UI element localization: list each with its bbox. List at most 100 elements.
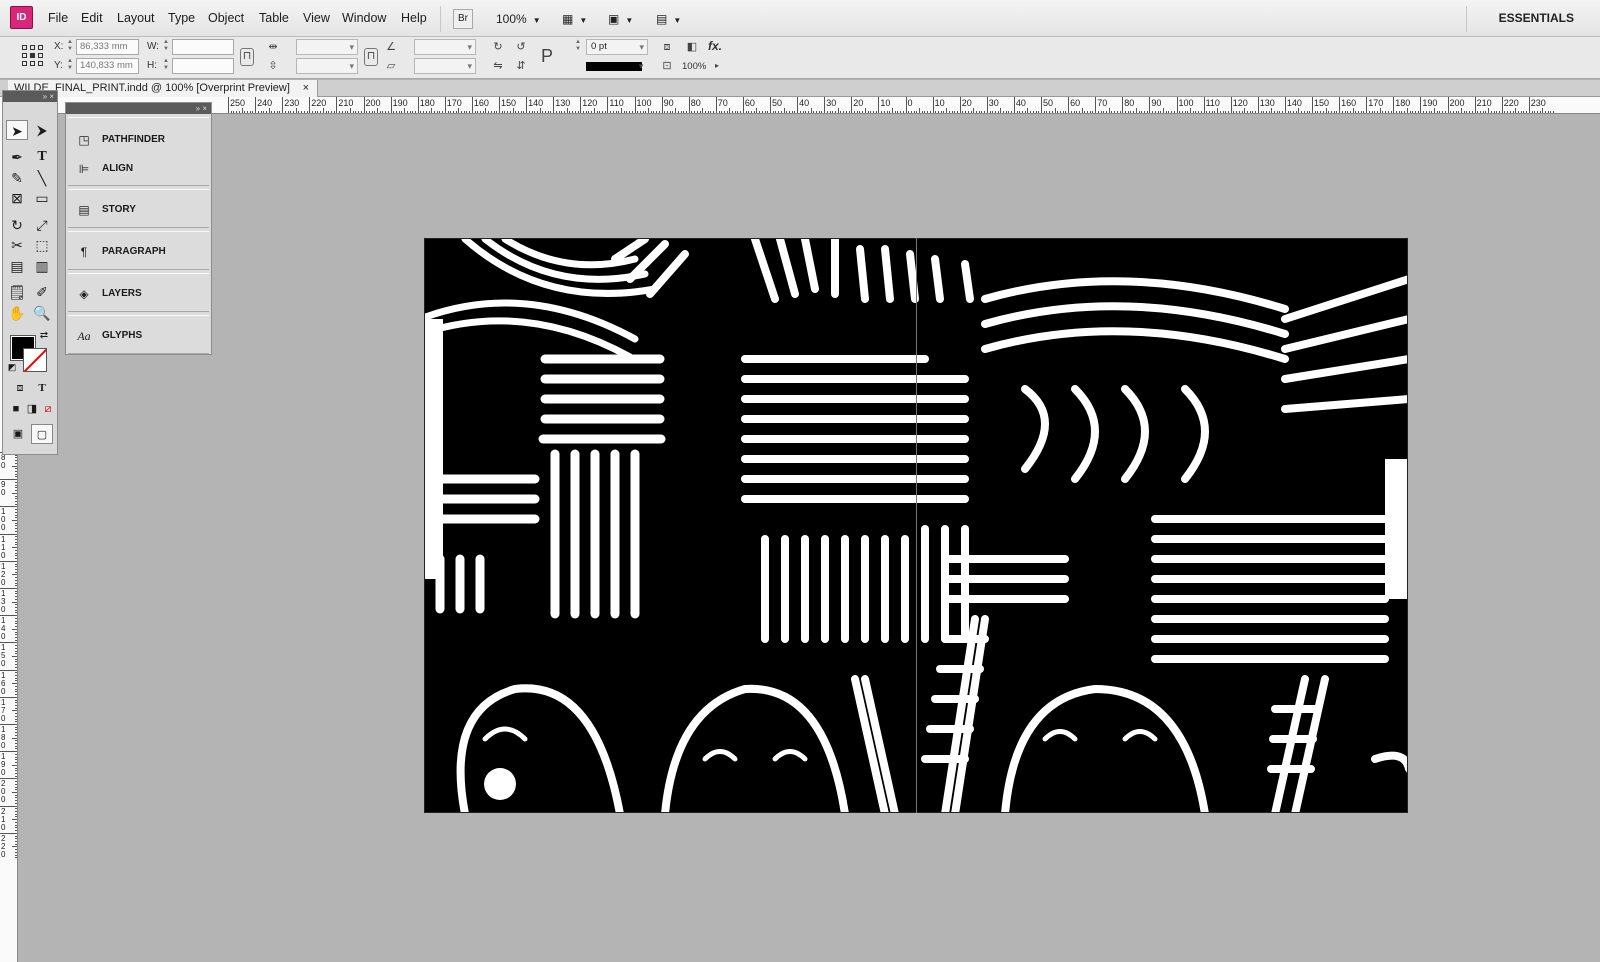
scale-y-dropdown[interactable] <box>296 58 358 74</box>
ruler-minor-tick <box>940 111 942 113</box>
preview-mode-icon[interactable]: ▢ <box>31 424 53 444</box>
drop-shadow-icon[interactable]: ◧ <box>685 40 699 54</box>
ruler-minor-tick <box>642 111 644 113</box>
note-tool-icon[interactable]: 🗒 <box>6 282 28 302</box>
zoom-tool-icon[interactable]: 🔍 <box>31 303 53 323</box>
normal-view-icon[interactable]: ▣ <box>7 424 29 444</box>
ruler-label: 120 <box>1 561 6 587</box>
collapse-icon[interactable]: » <box>43 92 47 101</box>
select-container-icon[interactable]: ⧈ <box>660 40 674 54</box>
collapse-icon[interactable]: » <box>196 104 200 113</box>
stroke-weight-stepper[interactable]: ▲ ▼ <box>574 39 582 55</box>
w-stepper[interactable]: ▲ ▼ <box>162 39 170 55</box>
y-field[interactable]: 140,833 mm <box>76 58 139 74</box>
hand-tool-icon[interactable]: ✋ <box>6 303 28 323</box>
stroke-weight-dropdown[interactable]: 0 pt <box>586 39 648 55</box>
constrain-scale-icon[interactable]: ⊓ <box>364 48 378 66</box>
formatting-container-icon[interactable]: ⧈ <box>9 378 31 398</box>
ruler-minor-tick <box>15 563 17 565</box>
close-icon[interactable]: × <box>49 92 54 101</box>
ruler-minor-tick <box>1352 108 1354 113</box>
h-stepper[interactable]: ▲ ▼ <box>162 58 170 74</box>
x-field[interactable]: 86,333 mm <box>76 39 139 55</box>
default-fill-stroke-icon[interactable]: ◩ <box>6 361 18 373</box>
gradient-swatch-tool-icon[interactable]: ▤ <box>6 256 28 276</box>
ruler-minor-tick <box>382 111 384 113</box>
w-field[interactable] <box>172 39 234 55</box>
scale-tool-icon[interactable]: ⤢ <box>31 215 53 235</box>
menu-type[interactable]: Type <box>168 11 195 25</box>
flip-vertical-icon[interactable]: ⇵ <box>514 59 528 73</box>
scissors-tool-icon[interactable]: ✂ <box>6 235 28 255</box>
panels-header[interactable]: » × <box>66 103 211 114</box>
ruler-minor-tick <box>1320 111 1322 113</box>
formatting-text-icon[interactable]: T <box>31 378 53 398</box>
reference-point-icon[interactable] <box>22 45 44 67</box>
y-stepper[interactable]: ▲ ▼ <box>66 58 74 74</box>
arrange-documents-dropdown[interactable]: ▤ ▼ <box>656 12 681 26</box>
constrain-proportions-icon[interactable]: ⊓ <box>240 48 254 66</box>
line-tool-icon[interactable]: ╲ <box>31 168 53 188</box>
rotate-cw-icon[interactable]: ↻ <box>491 40 505 54</box>
workspace-switcher[interactable]: ESSENTIALS <box>1499 11 1574 25</box>
pen-tool-icon[interactable]: ✒ <box>6 147 28 167</box>
flip-horizontal-icon[interactable]: ⇋ <box>491 59 505 73</box>
ruler-minor-tick <box>244 111 246 113</box>
close-icon[interactable]: × <box>303 80 309 97</box>
ruler-minor-tick <box>15 577 17 579</box>
rectangle-frame-tool-icon[interactable]: ⊠ <box>6 188 28 208</box>
tools-panel-header[interactable]: » × <box>3 91 57 102</box>
selection-tool-icon[interactable]: ➤ <box>6 120 28 140</box>
effects-fx-icon[interactable]: fx. <box>708 39 722 53</box>
select-content-icon[interactable]: ⊡ <box>660 59 674 73</box>
menu-object[interactable]: Object <box>208 11 244 25</box>
ruler-minor-tick <box>1482 111 1484 113</box>
gradient-feather-tool-icon[interactable]: ▥ <box>31 256 53 276</box>
direct-selection-tool-icon[interactable]: ⮞ <box>31 120 53 140</box>
menu-edit[interactable]: Edit <box>81 11 103 25</box>
opacity-value[interactable]: 100% <box>682 61 706 72</box>
apply-none-icon[interactable]: ⧄ <box>37 399 59 419</box>
type-tool-icon[interactable]: T <box>31 147 53 167</box>
rotation-dropdown[interactable] <box>414 39 476 55</box>
swap-fill-stroke-icon[interactable]: ⇄ <box>37 329 51 343</box>
menu-layout[interactable]: Layout <box>117 11 155 25</box>
free-transform-tool-icon[interactable]: ⬚ <box>31 235 53 255</box>
rotate-tool-icon[interactable]: ↻ <box>6 215 28 235</box>
ruler-minor-tick <box>805 111 807 113</box>
horizontal-ruler[interactable]: 250 240 230 220 210 200 190 180 170 160 150 140 130 1… <box>18 97 1600 114</box>
stroke-swatch[interactable] <box>23 348 47 372</box>
ruler-minor-tick <box>536 111 538 113</box>
close-icon[interactable]: × <box>202 104 207 113</box>
menu-file[interactable]: File <box>48 11 68 25</box>
pencil-tool-icon[interactable]: ✎ <box>6 168 28 188</box>
eyedropper-tool-icon[interactable]: ✐ <box>31 282 53 302</box>
ruler-minor-tick <box>507 111 509 113</box>
rectangle-tool-icon[interactable]: ▭ <box>31 188 53 208</box>
bridge-button[interactable]: Br <box>453 9 473 29</box>
rotate-ccw-icon[interactable]: ↺ <box>514 40 528 54</box>
h-field[interactable] <box>172 58 234 74</box>
ruler-minor-tick <box>1125 111 1126 113</box>
shear-dropdown[interactable] <box>414 58 476 74</box>
menu-table[interactable]: Table <box>259 11 289 25</box>
ruler-minor-tick <box>1179 111 1181 113</box>
ruler-minor-tick <box>15 658 17 660</box>
ruler-minor-tick <box>412 111 414 113</box>
chevron-right-icon[interactable]: ▸ <box>710 59 724 73</box>
indesign-logo-icon[interactable]: ID <box>10 6 33 29</box>
ruler-minor-tick <box>881 111 883 113</box>
menu-view[interactable]: View <box>303 11 330 25</box>
chevron-down-icon[interactable]: ▾ <box>634 59 648 73</box>
menu-help[interactable]: Help <box>401 11 427 25</box>
ruler-minor-tick <box>1398 111 1400 113</box>
ruler-minor-tick <box>973 108 975 113</box>
menu-window[interactable]: Window <box>342 11 386 25</box>
screen-mode-dropdown[interactable]: ▣ ▼ <box>608 12 633 26</box>
zoom-dropdown[interactable]: 100% ▼ <box>496 12 541 26</box>
view-options-dropdown[interactable]: ▦ ▼ <box>562 12 587 26</box>
x-stepper[interactable]: ▲ ▼ <box>66 39 74 55</box>
ruler-minor-tick <box>1295 111 1297 113</box>
rotation-angle-icon: ∠ <box>386 41 396 53</box>
scale-x-dropdown[interactable] <box>296 39 358 55</box>
